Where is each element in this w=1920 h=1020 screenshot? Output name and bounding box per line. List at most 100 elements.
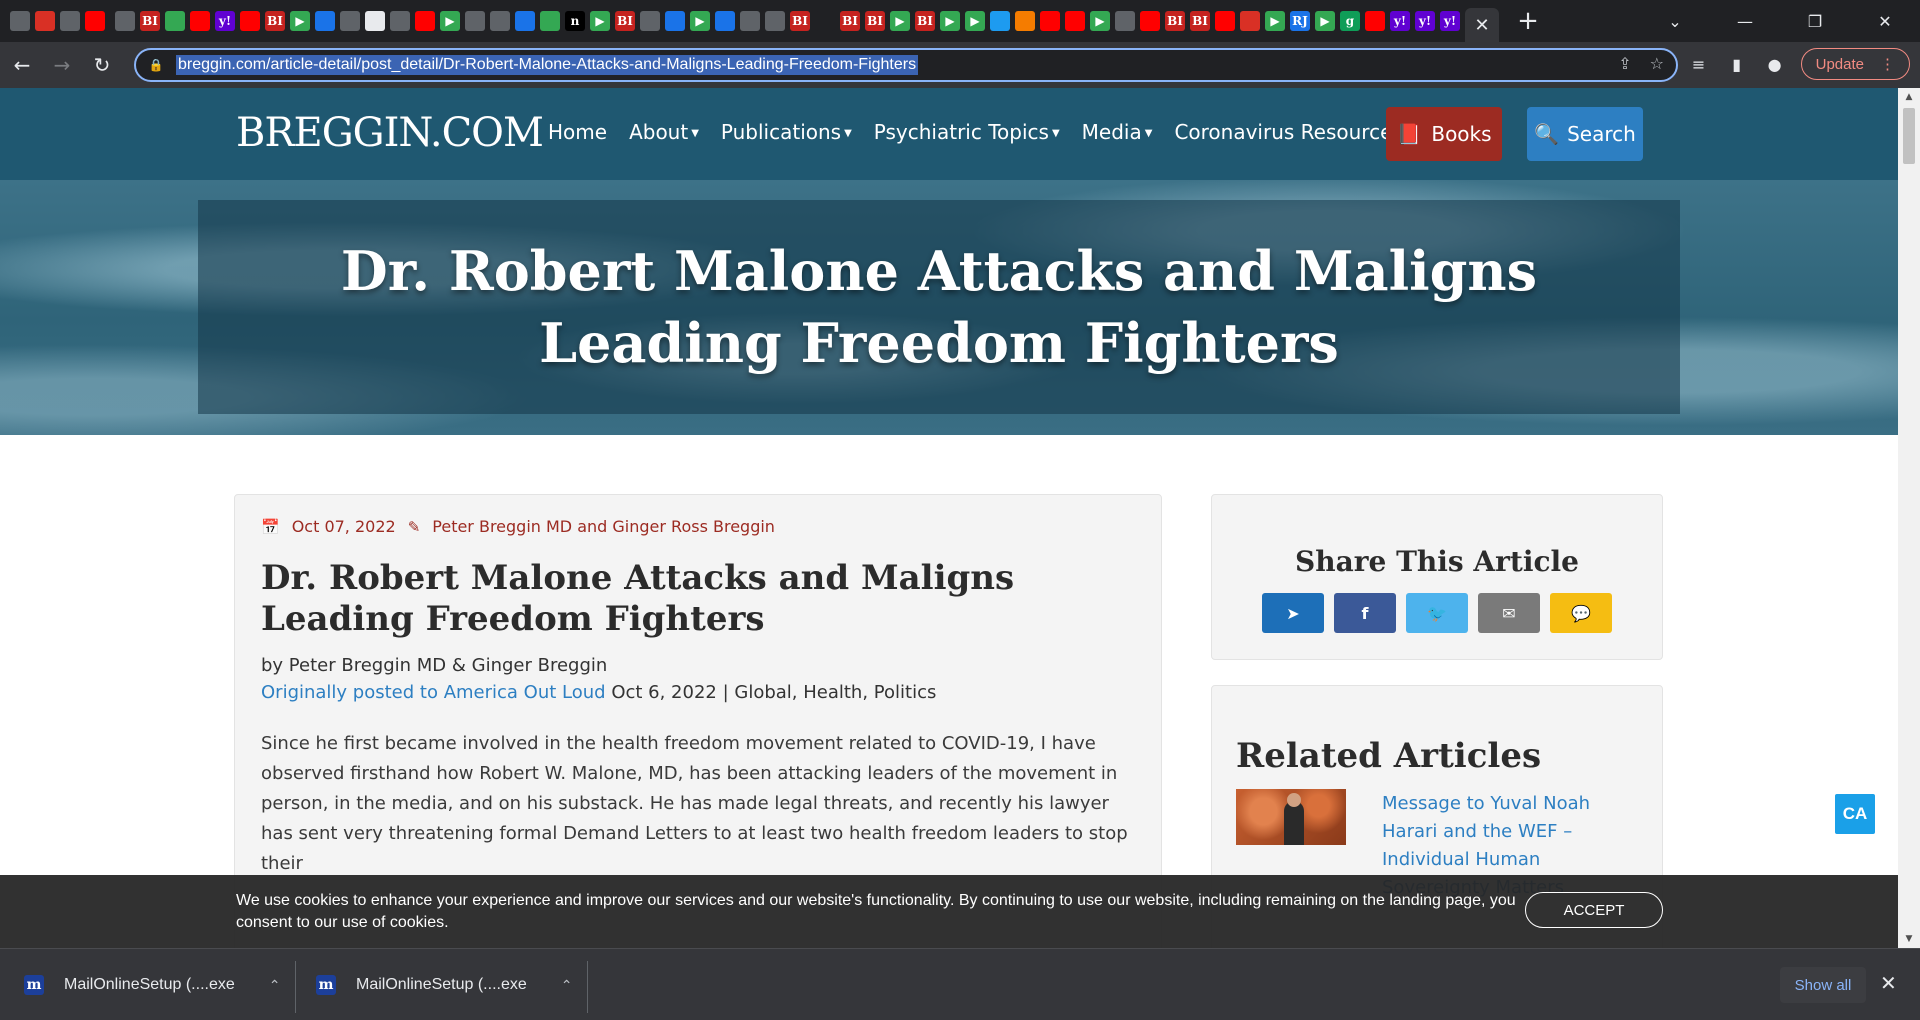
- url-text[interactable]: breggin.com/article-detail/post_detail/D…: [176, 55, 919, 75]
- globe-icon[interactable]: [10, 11, 30, 31]
- play-icon[interactable]: ▶: [590, 11, 610, 31]
- bi-icon[interactable]: BI: [615, 11, 635, 31]
- minimize-icon[interactable]: —: [1710, 0, 1780, 42]
- nav-item[interactable]: About ▼: [629, 120, 699, 144]
- play-icon[interactable]: ▶: [1265, 11, 1285, 31]
- globe-icon[interactable]: [465, 11, 485, 31]
- g-icon[interactable]: g: [1340, 11, 1360, 31]
- chevron-up-icon[interactable]: ⌃: [269, 977, 281, 994]
- search-icon[interactable]: [515, 11, 535, 31]
- download-item[interactable]: m MailOnlineSetup (....exe ⌃: [24, 949, 280, 1020]
- search-button[interactable]: 🔍 Search: [1527, 107, 1643, 161]
- yahoo-icon[interactable]: y!: [1440, 11, 1460, 31]
- profile-icon[interactable]: ●: [1763, 52, 1787, 76]
- share-sms-button[interactable]: 💬: [1550, 593, 1612, 633]
- bi-icon[interactable]: BI: [1190, 11, 1210, 31]
- share-icon[interactable]: ⇪: [1618, 54, 1631, 73]
- bookmark-icon[interactable]: [1015, 11, 1035, 31]
- scroll-thumb[interactable]: [1903, 108, 1915, 164]
- play-icon[interactable]: ▶: [890, 11, 910, 31]
- grid-icon[interactable]: [365, 11, 385, 31]
- youtube-icon[interactable]: [240, 11, 260, 31]
- share-twitter-button[interactable]: 🐦: [1406, 593, 1468, 633]
- reload-icon[interactable]: ↻: [84, 47, 120, 83]
- share-telegram-button[interactable]: ➤: [1262, 593, 1324, 633]
- update-button[interactable]: Update ⋮: [1800, 48, 1910, 80]
- youtube-icon[interactable]: [1140, 11, 1160, 31]
- scroll-down-icon[interactable]: ▼: [1898, 930, 1920, 948]
- youtube-icon[interactable]: [1215, 11, 1235, 31]
- play-icon[interactable]: ▶: [690, 11, 710, 31]
- twitter-icon[interactable]: [990, 11, 1010, 31]
- bi-icon[interactable]: BI: [915, 11, 935, 31]
- youtube-icon[interactable]: [1040, 11, 1060, 31]
- shield-icon[interactable]: [315, 11, 335, 31]
- globe-icon[interactable]: [540, 11, 560, 31]
- close-window-icon[interactable]: ✕: [1850, 0, 1920, 42]
- new-tab-icon[interactable]: +: [1514, 6, 1542, 36]
- search-icon[interactable]: [715, 11, 735, 31]
- globe-icon[interactable]: [390, 11, 410, 31]
- side-panel-icon[interactable]: ▮: [1725, 52, 1749, 76]
- page-scrollbar[interactable]: ▲ ▼: [1898, 88, 1920, 948]
- close-icon[interactable]: ✕: [1880, 971, 1897, 995]
- nav-item[interactable]: Coronavirus Resources: [1174, 120, 1402, 144]
- yahoo-icon[interactable]: y!: [1390, 11, 1410, 31]
- youtube-icon[interactable]: [1365, 11, 1385, 31]
- ca-badge[interactable]: CA: [1835, 794, 1875, 834]
- youtube-icon[interactable]: [1065, 11, 1085, 31]
- youtube-icon[interactable]: [415, 11, 435, 31]
- nav-item[interactable]: Media ▼: [1082, 120, 1153, 144]
- flag-icon[interactable]: [490, 11, 510, 31]
- youtube-icon[interactable]: [190, 11, 210, 31]
- download-icon[interactable]: [1240, 11, 1260, 31]
- tab-search-icon[interactable]: ⌄: [1640, 0, 1710, 42]
- app-icon[interactable]: [35, 11, 55, 31]
- yahoo-icon[interactable]: y!: [1415, 11, 1435, 31]
- globe-icon[interactable]: [60, 11, 80, 31]
- nav-item[interactable]: Home: [548, 120, 607, 144]
- play-icon[interactable]: ▶: [290, 11, 310, 31]
- chevron-up-icon[interactable]: ⌃: [561, 977, 573, 994]
- globe-icon[interactable]: [115, 11, 135, 31]
- globe-icon[interactable]: [740, 11, 760, 31]
- bookmark-star-icon[interactable]: ☆: [1650, 54, 1664, 73]
- bi-icon[interactable]: BI: [790, 11, 810, 31]
- play-icon[interactable]: ▶: [940, 11, 960, 31]
- site-logo[interactable]: BREGGIN.COM: [236, 110, 544, 156]
- rj-icon[interactable]: RJ: [1290, 11, 1310, 31]
- play-icon[interactable]: ▶: [965, 11, 985, 31]
- back-icon[interactable]: ←: [4, 47, 40, 83]
- bi-icon[interactable]: BI: [140, 11, 160, 31]
- globe-icon[interactable]: [165, 11, 185, 31]
- share-facebook-button[interactable]: f: [1334, 593, 1396, 633]
- yahoo-icon[interactable]: y!: [215, 11, 235, 31]
- download-item[interactable]: m MailOnlineSetup (....exe ⌃: [316, 949, 572, 1020]
- show-all-button[interactable]: Show all: [1780, 967, 1866, 1003]
- youtube-icon[interactable]: [85, 11, 105, 31]
- play-icon[interactable]: ▶: [1090, 11, 1110, 31]
- share-email-button[interactable]: ✉: [1478, 593, 1540, 633]
- accept-cookies-button[interactable]: ACCEPT: [1525, 892, 1663, 928]
- aol-icon[interactable]: [815, 11, 835, 31]
- scroll-up-icon[interactable]: ▲: [1898, 88, 1920, 106]
- close-icon[interactable]: ✕: [1465, 8, 1499, 42]
- bi-icon[interactable]: BI: [1165, 11, 1185, 31]
- play-icon[interactable]: ▶: [440, 11, 460, 31]
- reading-list-icon[interactable]: ≡: [1687, 52, 1711, 76]
- restore-icon[interactable]: ❐: [1780, 0, 1850, 42]
- flag-icon[interactable]: [340, 11, 360, 31]
- shield-icon[interactable]: [665, 11, 685, 31]
- bi-icon[interactable]: BI: [840, 11, 860, 31]
- globe-icon[interactable]: [640, 11, 660, 31]
- books-button[interactable]: 📕 Books: [1386, 107, 1502, 161]
- forward-icon[interactable]: →: [44, 47, 80, 83]
- bi-icon[interactable]: BI: [265, 11, 285, 31]
- globe-icon[interactable]: [1115, 11, 1135, 31]
- original-post-link[interactable]: Originally posted to America Out Loud: [261, 682, 606, 703]
- n-icon[interactable]: n: [565, 11, 585, 31]
- lock-icon[interactable]: 🔒: [136, 58, 176, 72]
- related-thumbnail[interactable]: [1236, 789, 1346, 845]
- bi-icon[interactable]: BI: [865, 11, 885, 31]
- play-icon[interactable]: ▶: [1315, 11, 1335, 31]
